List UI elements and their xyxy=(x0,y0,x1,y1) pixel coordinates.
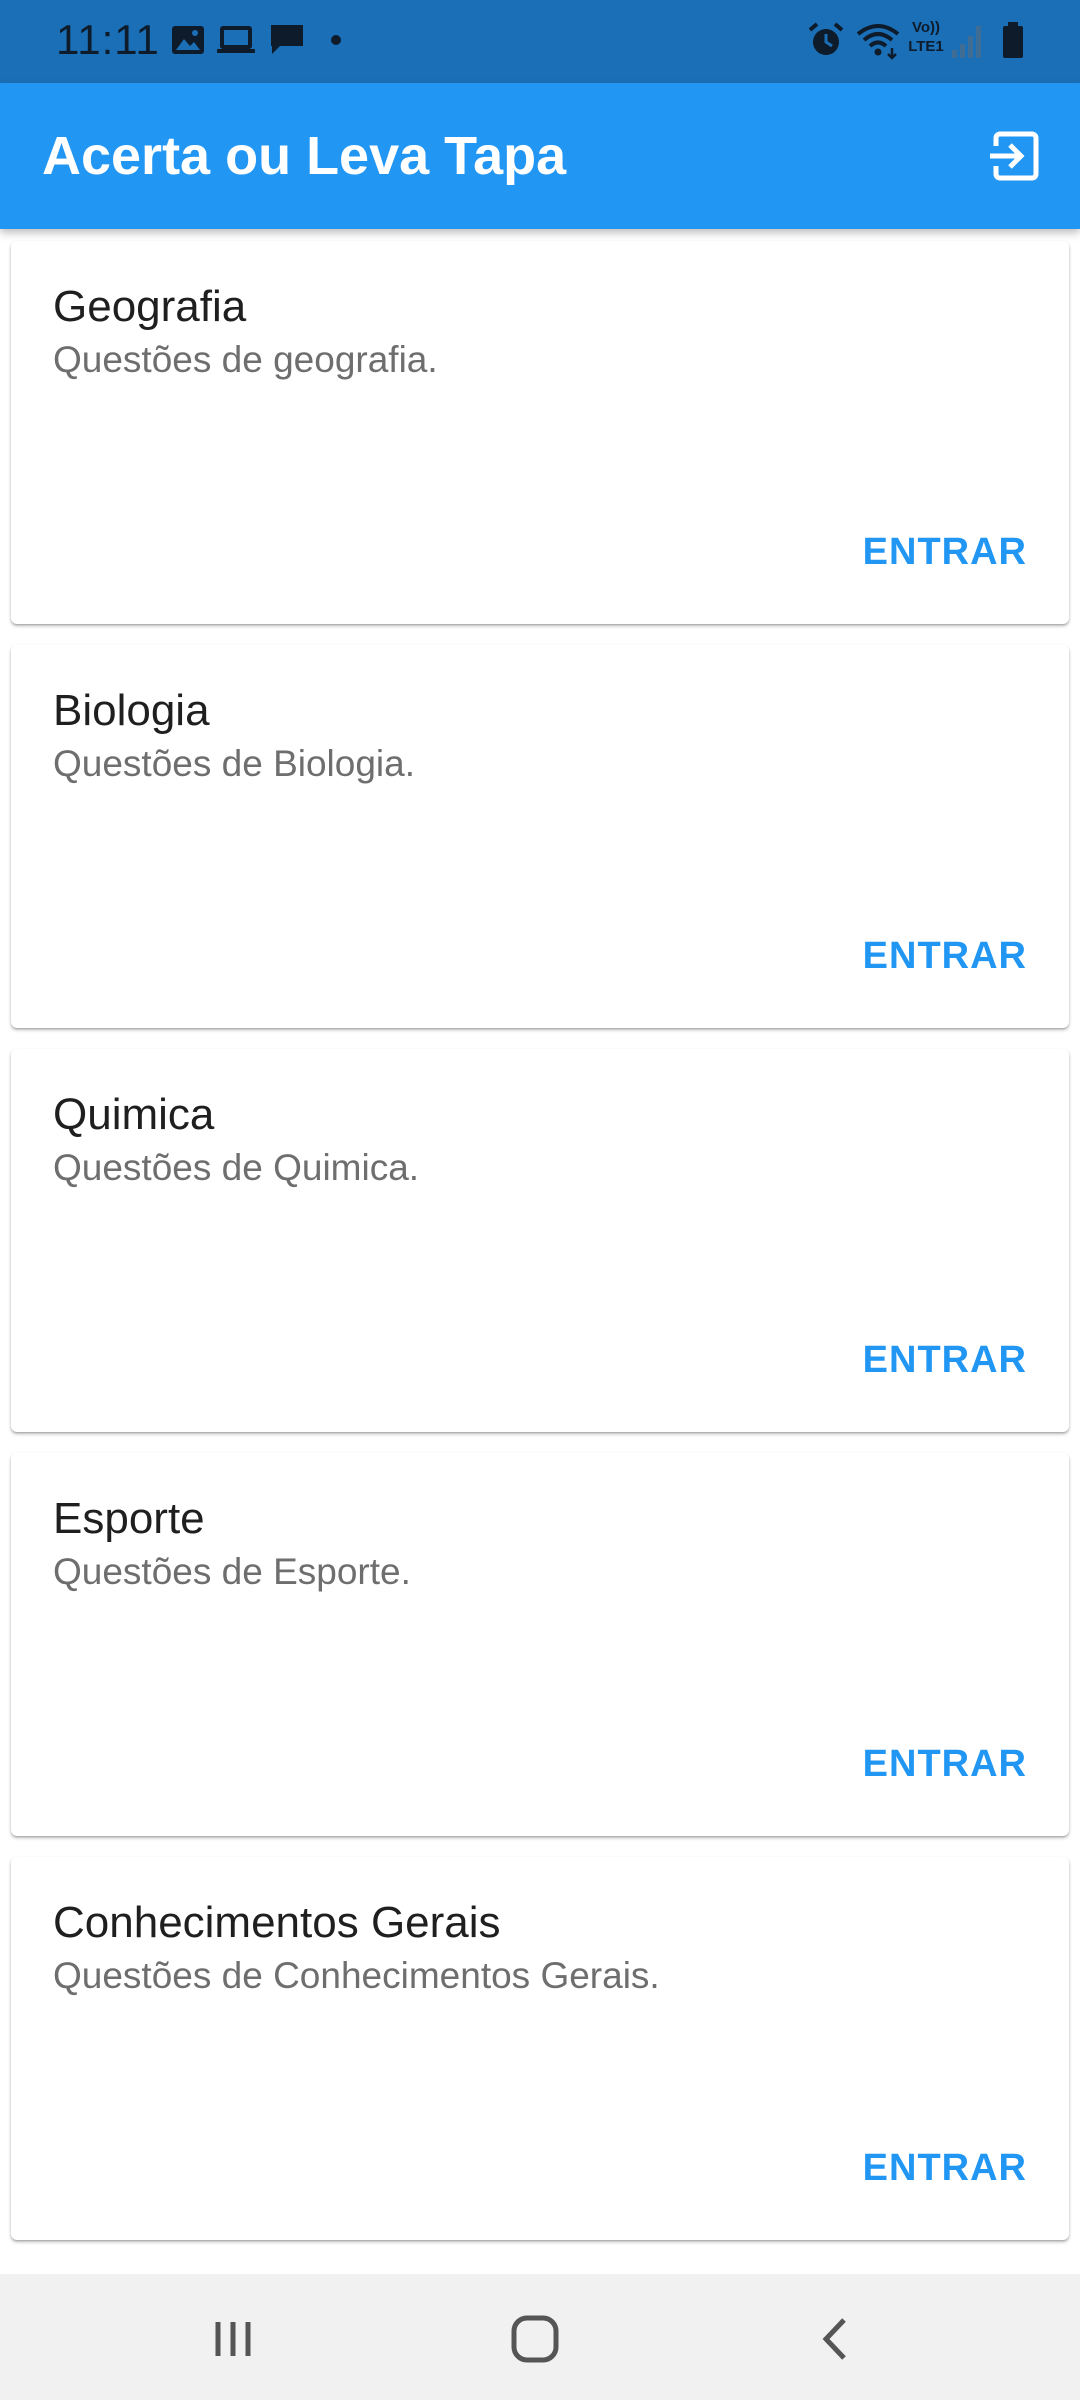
enter-button[interactable]: ENTRAR xyxy=(863,527,1027,577)
enter-button[interactable]: ENTRAR xyxy=(863,1335,1027,1385)
category-card-geografia: Geografia Questões de geografia. ENTRAR xyxy=(11,241,1069,624)
lte-label: LTE1 xyxy=(908,38,944,55)
app-bar: Acerta ou Leva Tapa xyxy=(0,83,1080,229)
category-card-esporte: Esporte Questões de Esporte. ENTRAR xyxy=(11,1453,1069,1836)
card-subtitle: Questões de geografia. xyxy=(53,339,438,380)
card-title: Biologia xyxy=(53,686,210,735)
volte-lte-icon: Vo)) LTE1 xyxy=(906,18,946,62)
status-bar: 11:11 Vo)) LTE1 xyxy=(0,0,1080,83)
card-title: Esporte xyxy=(53,1494,205,1543)
wifi-icon xyxy=(856,24,900,60)
category-card-biologia: Biologia Questões de Biologia. ENTRAR xyxy=(11,645,1069,1028)
alarm-icon xyxy=(808,22,844,55)
card-subtitle: Questões de Conhecimentos Gerais. xyxy=(53,1955,660,1996)
volte-label: Vo)) xyxy=(911,19,941,36)
category-card-conhecimentos-gerais: Conhecimentos Gerais Questões de Conheci… xyxy=(11,1857,1069,2240)
card-title: Conhecimentos Gerais xyxy=(53,1898,501,1947)
image-icon xyxy=(172,26,204,54)
chat-icon xyxy=(271,25,303,54)
category-card-quimica: Quimica Questões de Quimica. ENTRAR xyxy=(11,1049,1069,1432)
card-title: Geografia xyxy=(53,282,247,331)
signal-icon xyxy=(952,26,981,58)
enter-button[interactable]: ENTRAR xyxy=(863,1739,1027,1789)
card-subtitle: Questões de Esporte. xyxy=(53,1551,411,1592)
navigation-bar xyxy=(0,2274,1080,2400)
status-time: 11:11 xyxy=(56,16,160,63)
card-subtitle: Questões de Quimica. xyxy=(53,1147,420,1188)
laptop-icon xyxy=(217,26,255,53)
enter-button[interactable]: ENTRAR xyxy=(863,2143,1027,2193)
dot-icon xyxy=(331,35,341,45)
app-title: Acerta ou Leva Tapa xyxy=(42,126,567,186)
home-icon[interactable] xyxy=(500,2304,570,2374)
card-title: Quimica xyxy=(53,1090,215,1139)
battery-icon xyxy=(1003,22,1023,58)
logout-icon[interactable] xyxy=(986,128,1042,184)
back-icon[interactable] xyxy=(802,2304,872,2374)
enter-button[interactable]: ENTRAR xyxy=(863,931,1027,981)
recent-apps-icon[interactable] xyxy=(198,2304,268,2374)
card-subtitle: Questões de Biologia. xyxy=(53,743,416,784)
